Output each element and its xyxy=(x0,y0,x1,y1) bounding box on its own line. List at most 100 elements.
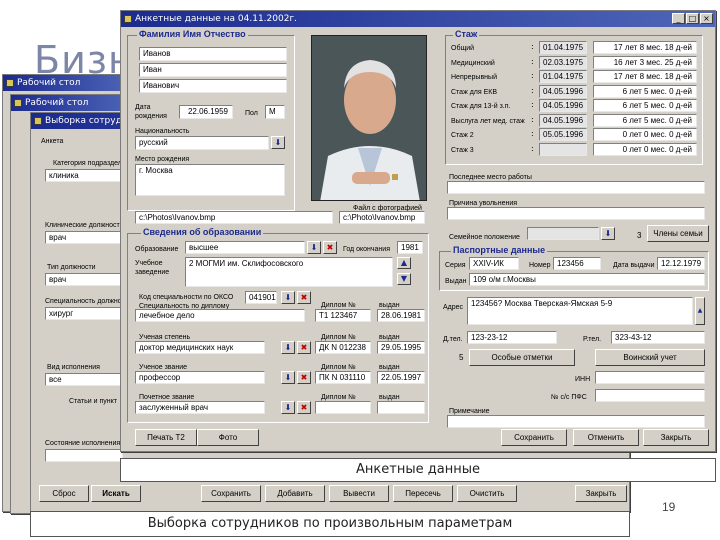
education-clear-icon[interactable]: ✖ xyxy=(323,241,337,254)
reason-field[interactable] xyxy=(447,207,705,220)
minimize-icon[interactable]: _ xyxy=(672,13,685,24)
education-field[interactable]: высшее xyxy=(185,241,305,254)
degree-clear-icon[interactable]: ✖ xyxy=(297,341,311,354)
vid-field[interactable]: все xyxy=(45,373,123,386)
search-button[interactable]: Искать xyxy=(91,485,141,502)
passport-series-label: Серия xyxy=(445,262,466,269)
family-members-button[interactable]: Члены семьи xyxy=(647,225,709,242)
birthplace-field[interactable]: г. Москва xyxy=(135,164,285,196)
desk-close-button[interactable]: Закрыть xyxy=(575,485,627,502)
spec-code-field[interactable]: 041901 xyxy=(245,291,277,304)
hon-date-field[interactable] xyxy=(377,401,425,414)
stazh-date-field[interactable]: 01.04.1975 xyxy=(539,70,587,83)
passport-issued-field[interactable]: 109 о/м г.Москвы xyxy=(469,273,705,286)
stazh-duration-field[interactable]: 17 лет 8 мес. 18 д-ей xyxy=(593,41,697,54)
clear-button[interactable]: Очистить xyxy=(457,485,517,502)
doc-type-field[interactable]: врач xyxy=(45,273,123,286)
honorary-dropdown-icon[interactable]: ⬇ xyxy=(281,401,295,414)
nationality-dropdown-icon[interactable]: ⬇ xyxy=(271,136,285,149)
pfr-label: № с/с ПФС xyxy=(551,394,587,401)
degree-field[interactable]: доктор медицинских наук xyxy=(135,341,265,354)
family-count: 3 xyxy=(637,231,642,240)
note-field[interactable] xyxy=(447,415,705,428)
add-button[interactable]: Добавить xyxy=(265,485,325,502)
cancel-button[interactable]: Отменить xyxy=(573,429,639,446)
print-t2-button[interactable]: Печать Т2 xyxy=(135,429,197,446)
sex-field[interactable]: М xyxy=(265,105,285,119)
stazh-duration-field[interactable]: 17 лет 8 мес. 18 д-ей xyxy=(593,70,697,83)
output-button[interactable]: Вывести xyxy=(329,485,389,502)
stazh-date-field[interactable]: 04.05.1996 xyxy=(539,99,587,112)
position-field[interactable]: врач xyxy=(45,231,123,244)
honorary-clear-icon[interactable]: ✖ xyxy=(297,401,311,414)
passport-series-field[interactable]: XXIV-ИК xyxy=(469,257,519,270)
address-field[interactable]: 123456? Москва Тверская-Ямская 5-9 xyxy=(467,297,693,325)
honorary-field[interactable]: заслуженный врач xyxy=(135,401,265,414)
save-button[interactable]: Сохранить xyxy=(501,429,567,446)
stazh-date-field[interactable]: 04.05.1996 xyxy=(539,113,587,127)
degree-date-field[interactable]: 29.05.1995 xyxy=(377,341,425,354)
address-scroll-icon[interactable]: ▲ xyxy=(695,297,705,325)
passport-date-field[interactable]: 12.12.1979 xyxy=(657,257,705,270)
pfr-field[interactable] xyxy=(595,389,705,402)
spec-code-clear-icon[interactable]: ✖ xyxy=(297,291,311,304)
nationality-field[interactable]: русский xyxy=(135,136,269,150)
title-dropdown-icon[interactable]: ⬇ xyxy=(281,371,295,384)
degree-diploma-field[interactable]: ДК N 012238 xyxy=(315,341,371,354)
phone-field[interactable]: 123-23-12 xyxy=(467,331,557,344)
institution-down-icon[interactable]: ▼ xyxy=(397,273,411,285)
maximize-icon[interactable]: □ xyxy=(686,13,699,24)
issued-field[interactable]: 28.06.1981 xyxy=(377,309,425,322)
stazh-duration-field[interactable]: 16 лет 3 мес. 25 д-ей xyxy=(593,55,697,69)
last-name-field[interactable]: Иванов xyxy=(139,47,287,61)
close-icon[interactable]: × xyxy=(700,13,713,24)
birth-date-field[interactable]: 22.06.1959 xyxy=(179,105,233,119)
stazh-duration-field[interactable]: 6 лет 5 мес. 0 д-ей xyxy=(593,84,697,98)
degree-dropdown-icon[interactable]: ⬇ xyxy=(281,341,295,354)
stazh-date-field[interactable]: 02.03.1975 xyxy=(539,55,587,69)
title-date-field[interactable]: 22.05.1997 xyxy=(377,371,425,384)
photo-button[interactable]: Фото xyxy=(197,429,259,446)
desk-save-button[interactable]: Сохранить xyxy=(201,485,261,502)
family-dropdown-icon[interactable]: ⬇ xyxy=(601,227,615,240)
stazh-date-field[interactable] xyxy=(539,142,587,156)
special-marks-button[interactable]: Особые отметки xyxy=(469,349,575,366)
reset-button[interactable]: Сброс xyxy=(39,485,89,502)
work-phone-label: Р.тел. xyxy=(583,336,602,343)
title-clear-icon[interactable]: ✖ xyxy=(297,371,311,384)
passport-number-field[interactable]: 123456 xyxy=(553,257,601,270)
stazh-date-field[interactable]: 04.05.1996 xyxy=(539,84,587,98)
doc-type-label: Тип должности xyxy=(47,264,96,271)
military-button[interactable]: Воинский учет xyxy=(595,349,705,366)
spec-field[interactable]: лечебное дело xyxy=(135,309,305,322)
last-work-field[interactable] xyxy=(447,181,705,194)
stazh-label: Стаж 3 xyxy=(451,146,474,154)
spec-code-dropdown-icon[interactable]: ⬇ xyxy=(281,291,295,304)
first-name-field[interactable]: Иван xyxy=(139,63,287,77)
stazh-duration-field[interactable]: 6 лет 5 мес. 0 д-ей xyxy=(593,113,697,127)
stazh-duration-field[interactable]: 0 лет 0 мес. 0 д-ей xyxy=(593,128,697,141)
institution-up-icon[interactable]: ▲ xyxy=(397,257,411,269)
photo-path-field-2[interactable]: c:\Photo\Ivanov.bmp xyxy=(339,211,425,224)
title-diploma-field[interactable]: ПК N 031110 xyxy=(315,371,371,384)
academic-title-field[interactable]: профессор xyxy=(135,371,265,384)
inn-field[interactable] xyxy=(595,371,705,384)
category-field[interactable]: клиника xyxy=(45,169,123,182)
education-dropdown-icon[interactable]: ⬇ xyxy=(307,241,321,254)
work-phone-field[interactable]: 323-43-12 xyxy=(611,331,705,344)
close-button[interactable]: Закрыть xyxy=(643,429,709,446)
photo-path-field[interactable]: c:\Photos\Ivanov.bmp xyxy=(135,211,333,224)
end-year-field[interactable]: 1981 xyxy=(397,241,423,254)
stazh-duration-field[interactable]: 0 лет 0 мес. 0 д-ей xyxy=(593,142,697,156)
institution-field[interactable]: 2 МОГМИ им. Склифосовского xyxy=(185,257,393,287)
intersect-button[interactable]: Пересечь xyxy=(393,485,453,502)
family-field[interactable] xyxy=(527,227,599,240)
state-field[interactable] xyxy=(45,449,123,462)
specialty-field[interactable]: хирург xyxy=(45,307,123,320)
stazh-date-field[interactable]: 05.05.1996 xyxy=(539,128,587,141)
stazh-duration-field[interactable]: 6 лет 5 мес. 0 д-ей xyxy=(593,99,697,112)
stazh-date-field[interactable]: 01.04.1975 xyxy=(539,41,587,54)
hon-diploma-field[interactable] xyxy=(315,401,371,414)
middle-name-field[interactable]: Иванович xyxy=(139,79,287,93)
diploma-field[interactable]: Т1 123467 xyxy=(315,309,371,322)
